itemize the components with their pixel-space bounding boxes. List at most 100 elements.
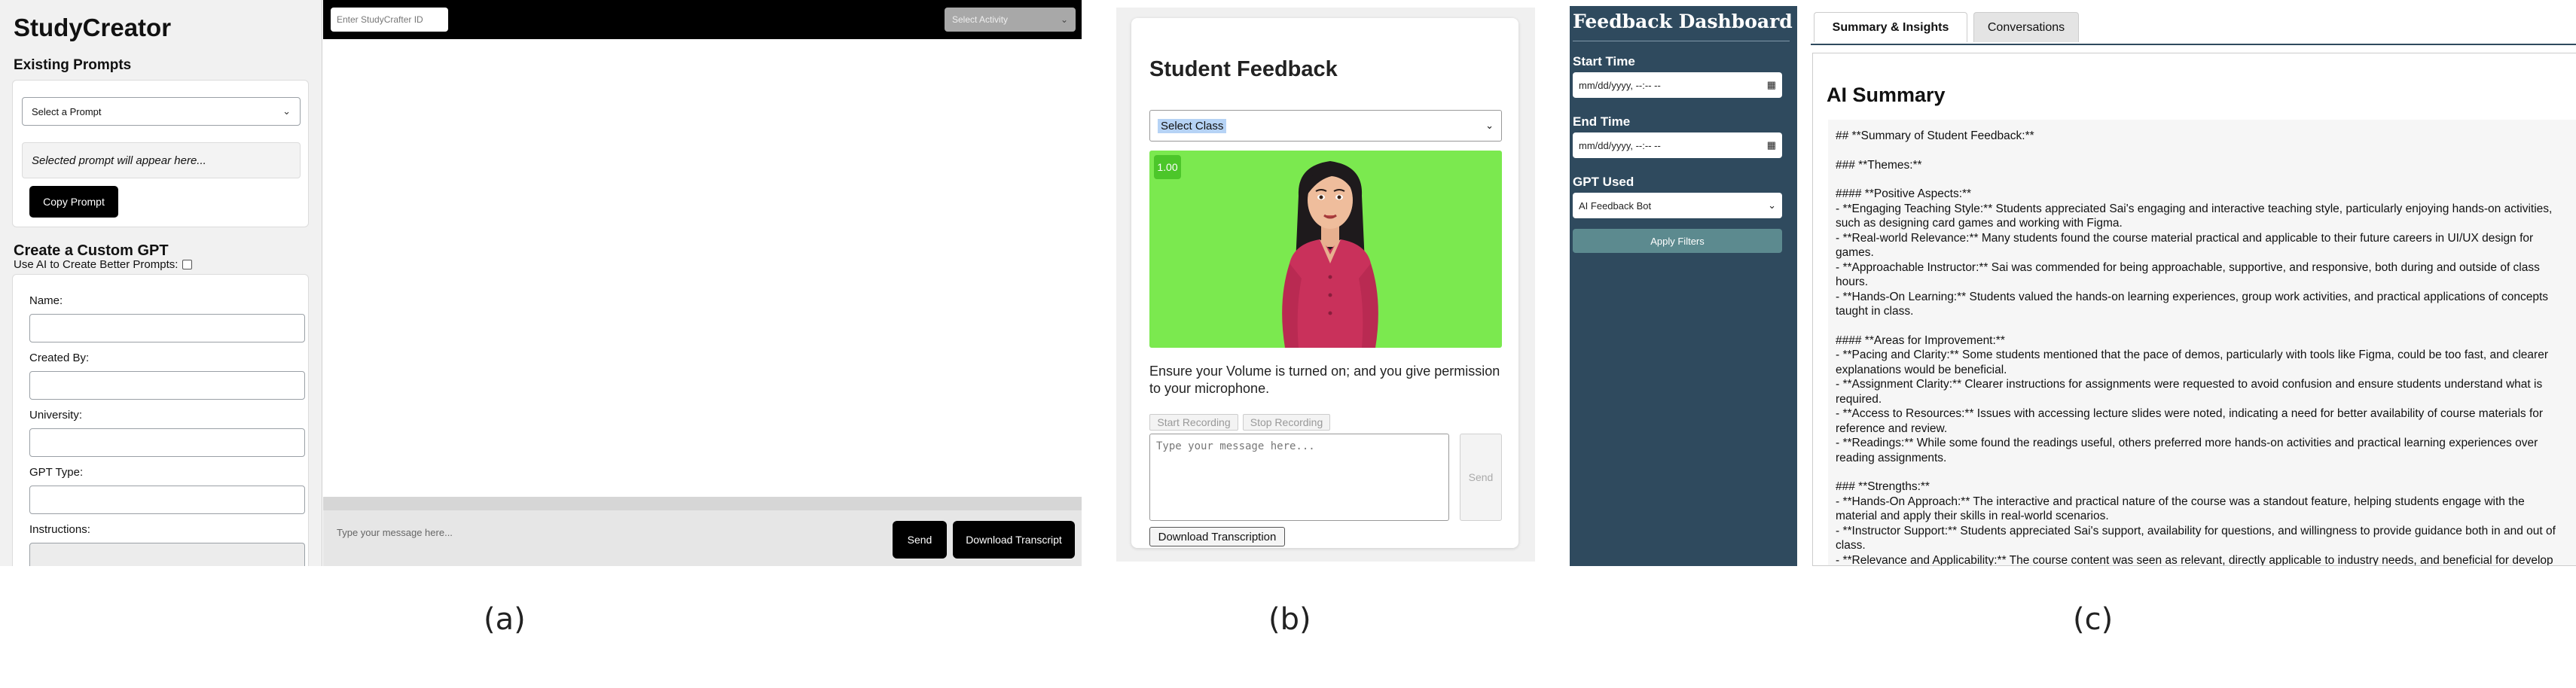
summary-line: - **Pacing and Clarity:** Some students …: [1836, 349, 2548, 361]
playback-speed-badge[interactable]: 1.00: [1154, 155, 1181, 179]
studycreator-sidebar: StudyCreator Existing Prompts Select a P…: [0, 0, 322, 566]
gpt-used-value: AI Feedback Bot: [1579, 199, 1652, 212]
summary-line: - **Instructor Support:** Students appre…: [1836, 524, 2556, 537]
caption-c: (c): [2073, 602, 2114, 637]
apply-filters-button[interactable]: Apply Filters: [1573, 229, 1782, 253]
download-transcription-button[interactable]: Download Transcription: [1149, 527, 1285, 546]
send-button[interactable]: Send: [1460, 434, 1502, 521]
gpt-type-field[interactable]: [29, 486, 305, 514]
app-title: StudyCreator: [14, 14, 172, 41]
summary-line: reference and review.: [1836, 422, 1948, 435]
send-button[interactable]: Send: [893, 521, 947, 559]
instructions-label: Instructions:: [29, 523, 90, 536]
caption-b: (b): [1268, 602, 1311, 637]
ai-summary-title: AI Summary: [1827, 84, 1946, 106]
summary-line: material and apply their skills in real-…: [1836, 510, 2109, 522]
chevron-down-icon: ⌄: [1485, 120, 1494, 131]
feedback-card: Student Feedback Select Class ⌄ 1.00 Ens…: [1131, 18, 1518, 548]
message-input[interactable]: Type your message here...: [337, 527, 453, 538]
end-time-value: mm/dd/yyyy, --:-- --: [1579, 139, 1661, 151]
class-select-value: Select Class: [1158, 118, 1227, 133]
start-time-label: Start Time: [1573, 54, 1635, 68]
university-field[interactable]: [29, 428, 305, 457]
panel-a-studycreator: StudyCreator Existing Prompts Select a P…: [0, 0, 1082, 566]
created-by-field[interactable]: [29, 371, 305, 400]
summary-line: ## **Summary of Student Feedback:**: [1836, 129, 2034, 142]
custom-gpt-form: Name: Created By: University: GPT Type: …: [12, 274, 309, 566]
name-label: Name:: [29, 294, 63, 307]
summary-line: games.: [1836, 246, 1874, 259]
stop-recording-button[interactable]: Stop Recording: [1243, 414, 1330, 431]
download-transcript-button[interactable]: Download Transcript: [953, 521, 1075, 559]
chevron-down-icon: ⌄: [282, 105, 291, 117]
prompt-select[interactable]: Select a Prompt ⌄: [22, 97, 301, 126]
avatar-video[interactable]: 1.00: [1149, 151, 1502, 348]
avatar-character: [1282, 161, 1378, 348]
ai-prompts-label: Use AI to Create Better Prompts:: [14, 258, 179, 271]
summary-line: - **Approachable Instructor:** Sai was c…: [1836, 260, 2540, 274]
chevron-down-icon: ⌄: [1768, 199, 1776, 211]
instructions-field[interactable]: [29, 543, 305, 566]
summary-paragraph: #### **Positive Aspects:** - **Engaging T…: [1836, 187, 2576, 319]
start-time-input[interactable]: mm/dd/yyyy, --:-- -- ▦: [1573, 72, 1782, 98]
gpt-used-select[interactable]: AI Feedback Bot ⌄: [1573, 193, 1782, 218]
dashboard-sidebar: Feedback Dashboard Start Time mm/dd/yyyy…: [1570, 6, 1797, 566]
summary-line: taught in class.: [1836, 305, 1914, 318]
summary-line: - **Relevance and Applicability:** The c…: [1836, 553, 2553, 566]
dashboard-tabs: Summary & Insights Conversations: [1811, 8, 2576, 45]
summary-paragraph: #### **Areas for Improvement:** - **Pacin…: [1836, 333, 2576, 466]
activity-select[interactable]: Select Activity ⌄: [945, 8, 1076, 32]
chat-input-bar: Type your message here... Send Download …: [323, 497, 1082, 566]
dashboard-title: Feedback Dashboard: [1573, 11, 1793, 32]
gpt-used-label: GPT Used: [1573, 175, 1634, 189]
prompt-select-value: Select a Prompt: [32, 105, 102, 117]
summary-line: - **Hands-On Learning:** Students valued…: [1836, 290, 2549, 303]
chat-topbar: Enter StudyCrafter ID Select Activity ⌄: [323, 0, 1082, 39]
existing-prompts-card: Select a Prompt ⌄ Selected prompt will a…: [12, 80, 309, 227]
summary-paragraph: ### **Themes:**: [1836, 158, 2576, 173]
summary-line: #### **Positive Aspects:**: [1836, 187, 1972, 200]
summary-line: reading assignments.: [1836, 451, 1947, 464]
chat-area: Enter StudyCrafter ID Select Activity ⌄ …: [323, 0, 1082, 566]
panel-b-student-feedback: Student Feedback Select Class ⌄ 1.00 Ens…: [1116, 8, 1535, 562]
class-select[interactable]: Select Class ⌄: [1149, 110, 1502, 142]
gpt-type-label: GPT Type:: [29, 466, 84, 479]
summary-line: class.: [1836, 539, 1866, 552]
ai-prompts-checkbox[interactable]: [182, 260, 193, 269]
created-by-label: Created By:: [29, 352, 90, 364]
summary-line: - **Engaging Teaching Style:** Students …: [1836, 202, 2553, 215]
summary-line: ### **Strengths:**: [1836, 480, 1930, 493]
summary-line: #### **Areas for Improvement:**: [1836, 333, 2005, 347]
start-time-value: mm/dd/yyyy, --:-- --: [1579, 79, 1661, 91]
volume-instructions: Ensure your Volume is turned on; and you…: [1149, 364, 1500, 396]
tab-conversations[interactable]: Conversations: [1973, 12, 2079, 42]
calendar-icon[interactable]: ▦: [1767, 79, 1776, 91]
activity-select-value: Select Activity: [952, 14, 1009, 25]
start-recording-button[interactable]: Start Recording: [1149, 414, 1238, 431]
summary-line: - **Assignment Clarity:** Clearer instru…: [1836, 378, 2543, 391]
chat-divider: [323, 497, 1082, 510]
summary-line: - **Readings:** While some found the rea…: [1836, 437, 2538, 449]
message-textarea[interactable]: Type your message here...: [1149, 434, 1449, 521]
caption-a: (a): [484, 602, 526, 637]
summary-line: such as designing card games and working…: [1836, 217, 2123, 230]
university-label: University:: [29, 409, 83, 422]
end-time-input[interactable]: mm/dd/yyyy, --:-- -- ▦: [1573, 132, 1782, 158]
panel-c-feedback-dashboard: Feedback Dashboard Start Time mm/dd/yyyy…: [1570, 0, 2576, 566]
calendar-icon[interactable]: ▦: [1767, 139, 1776, 151]
existing-prompts-heading: Existing Prompts: [14, 57, 132, 73]
summary-line: explanations would be beneficial.: [1836, 363, 2007, 376]
summary-line: ### **Themes:**: [1836, 158, 1922, 172]
summary-paragraph: ## **Summary of Student Feedback:**: [1836, 129, 2576, 144]
ai-summary-text: ## **Summary of Student Feedback:** ### *…: [1828, 120, 2576, 566]
tab-summary-insights[interactable]: Summary & Insights: [1814, 12, 1967, 42]
summary-paragraph: ### **Strengths:** - **Hands-On Approach:…: [1836, 479, 2576, 566]
name-field[interactable]: [29, 314, 305, 342]
summary-line: - **Access to Resources:** Issues with a…: [1836, 407, 2544, 420]
selected-prompt-display: Selected prompt will appear here...: [22, 142, 301, 178]
summary-content: AI Summary ## **Summary of Student Feedb…: [1812, 53, 2576, 566]
create-custom-gpt-heading: Create a Custom GPT: [14, 242, 169, 259]
studycrafter-id-input[interactable]: Enter StudyCrafter ID: [331, 8, 448, 32]
end-time-label: End Time: [1573, 114, 1631, 129]
copy-prompt-button[interactable]: Copy Prompt: [29, 186, 118, 218]
